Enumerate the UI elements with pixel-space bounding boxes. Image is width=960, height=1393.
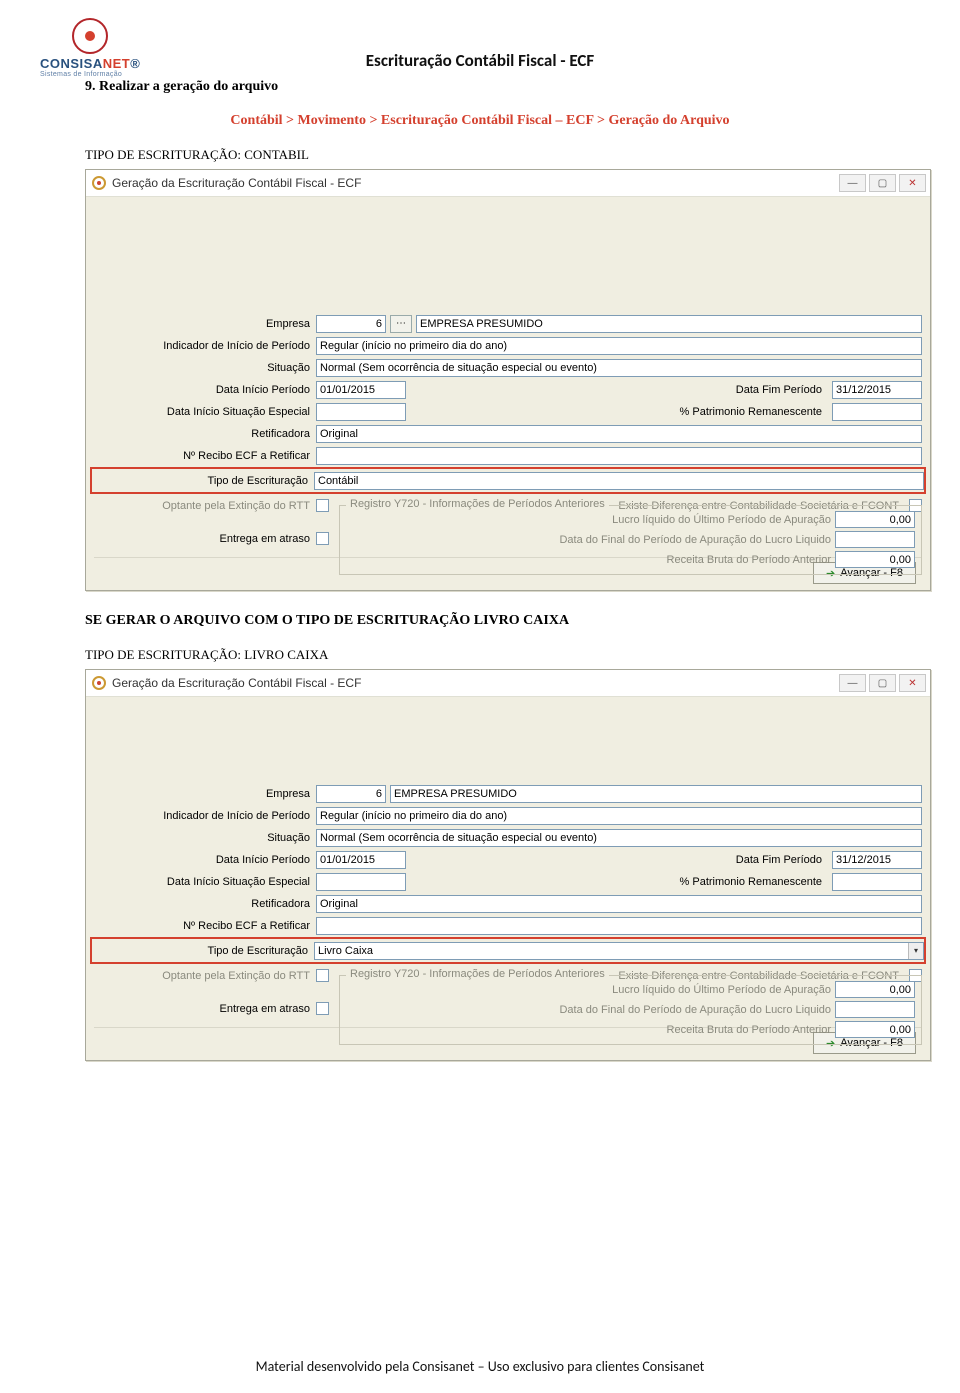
lucro-liq-input[interactable] <box>835 981 915 998</box>
label-data-final-ap: Data do Final do Período de Apuração do … <box>559 534 831 546</box>
data-inicio-input[interactable] <box>316 851 406 869</box>
indicador-input[interactable] <box>316 337 922 355</box>
label-data-inicio: Data Início Período <box>94 854 316 866</box>
optante-checkbox[interactable] <box>316 499 329 512</box>
label-data-sit: Data Início Situação Especial <box>94 876 316 888</box>
window-title: Geração da Escrituração Contábil Fiscal … <box>112 176 839 190</box>
data-sit-input[interactable] <box>316 403 406 421</box>
logo-text: CONSISANET® <box>40 56 140 71</box>
label-tipo-esc: Tipo de Escrituração <box>92 475 314 487</box>
data-fim-input[interactable] <box>832 381 922 399</box>
lucro-liq-input[interactable] <box>835 511 915 528</box>
empresa-nome-input[interactable] <box>416 315 922 333</box>
window-titlebar: Geração da Escrituração Contábil Fiscal … <box>86 170 930 197</box>
page-title: Escrituração Contábil Fiscal - ECF <box>55 50 905 71</box>
label-data-final-ap: Data do Final do Período de Apuração do … <box>559 1004 831 1016</box>
empresa-lookup-button[interactable]: ⋯ <box>390 315 412 333</box>
label-empresa: Empresa <box>94 788 316 800</box>
retificadora-input[interactable] <box>316 895 922 913</box>
pct-patr-input[interactable] <box>832 873 922 891</box>
empresa-nome-input[interactable] <box>390 785 922 803</box>
label-receita-bruta: Receita Bruta do Período Anterior <box>667 1024 831 1036</box>
receita-bruta-input[interactable] <box>835 1021 915 1038</box>
window-title: Geração da Escrituração Contábil Fiscal … <box>112 676 839 690</box>
receita-bruta-input[interactable] <box>835 551 915 568</box>
window-ecf-1: Geração da Escrituração Contábil Fiscal … <box>85 169 931 591</box>
situacao-input[interactable] <box>316 829 922 847</box>
label-entrega: Entrega em atraso <box>94 1003 316 1015</box>
optante-checkbox[interactable] <box>316 969 329 982</box>
label-lucro-liq: Lucro líquido do Último Período de Apura… <box>612 984 831 996</box>
tipo-esc-input[interactable] <box>314 472 924 490</box>
entrega-checkbox[interactable] <box>316 532 329 545</box>
logo-subtitle: Sistemas de Informação <box>40 71 140 78</box>
group-y720-title: Registro Y720 - Informações de Períodos … <box>346 498 609 510</box>
app-icon <box>92 676 106 690</box>
close-button[interactable]: ✕ <box>899 174 926 192</box>
label-retificadora: Retificadora <box>94 428 316 440</box>
maximize-button[interactable]: ▢ <box>869 174 896 192</box>
data-fim-input[interactable] <box>832 851 922 869</box>
num-recibo-input[interactable] <box>316 447 922 465</box>
entrega-checkbox[interactable] <box>316 1002 329 1015</box>
label-data-sit: Data Início Situação Especial <box>94 406 316 418</box>
pct-patr-input[interactable] <box>832 403 922 421</box>
empresa-cod-input[interactable] <box>316 785 386 803</box>
label-optante: Optante pela Extinção do RTT <box>94 500 316 512</box>
label-pct-patr: % Patrimonio Remanescente <box>660 406 828 418</box>
logo-circle-icon <box>72 18 108 54</box>
data-final-ap-input[interactable] <box>835 531 915 548</box>
label-num-recibo: Nº Recibo ECF a Retificar <box>94 450 316 462</box>
minimize-button[interactable]: — <box>839 174 866 192</box>
highlighted-tipo-row: Tipo de Escrituração ▾ <box>90 937 926 964</box>
label-entrega: Entrega em atraso <box>94 533 316 545</box>
retificadora-input[interactable] <box>316 425 922 443</box>
label-num-recibo: Nº Recibo ECF a Retificar <box>94 920 316 932</box>
situacao-input[interactable] <box>316 359 922 377</box>
label-situacao: Situação <box>94 832 316 844</box>
close-button[interactable]: ✕ <box>899 674 926 692</box>
heading-livro-caixa: SE GERAR O ARQUIVO COM O TIPO DE ESCRITU… <box>85 613 905 629</box>
maximize-button[interactable]: ▢ <box>869 674 896 692</box>
empresa-cod-input[interactable] <box>316 315 386 333</box>
section-heading: 9. Realizar a geração do arquivo <box>85 79 905 95</box>
data-sit-input[interactable] <box>316 873 406 891</box>
label-empresa: Empresa <box>94 318 316 330</box>
breadcrumb: Contábil > Movimento > Escrituração Cont… <box>55 113 905 129</box>
group-y720-title: Registro Y720 - Informações de Períodos … <box>346 968 609 980</box>
tipo-escrituracao-line-1: TIPO DE ESCRITURAÇÃO: CONTABIL <box>85 147 905 163</box>
label-tipo-esc: Tipo de Escrituração <box>92 945 314 957</box>
label-lucro-liq: Lucro líquido do Último Período de Apura… <box>612 514 831 526</box>
label-data-fim: Data Fim Período <box>660 384 828 396</box>
label-optante: Optante pela Extinção do RTT <box>94 970 316 982</box>
page-footer: Material desenvolvido pela Consisanet – … <box>0 1358 960 1375</box>
logo: CONSISANET® Sistemas de Informação <box>40 18 140 78</box>
label-receita-bruta: Receita Bruta do Período Anterior <box>667 554 831 566</box>
chevron-down-icon[interactable]: ▾ <box>908 943 923 959</box>
label-indicador: Indicador de Início de Período <box>94 340 316 352</box>
label-data-inicio: Data Início Período <box>94 384 316 396</box>
data-inicio-input[interactable] <box>316 381 406 399</box>
label-indicador: Indicador de Início de Período <box>94 810 316 822</box>
tipo-escrituracao-line-2: TIPO DE ESCRITURAÇÃO: LIVRO CAIXA <box>85 647 905 663</box>
label-situacao: Situação <box>94 362 316 374</box>
data-final-ap-input[interactable] <box>835 1001 915 1018</box>
tipo-esc-select[interactable] <box>314 942 924 960</box>
label-data-fim: Data Fim Período <box>660 854 828 866</box>
highlighted-tipo-row: Tipo de Escrituração <box>90 467 926 494</box>
label-retificadora: Retificadora <box>94 898 316 910</box>
indicador-input[interactable] <box>316 807 922 825</box>
window-titlebar: Geração da Escrituração Contábil Fiscal … <box>86 670 930 697</box>
window-ecf-2: Geração da Escrituração Contábil Fiscal … <box>85 669 931 1061</box>
num-recibo-input[interactable] <box>316 917 922 935</box>
label-pct-patr: % Patrimonio Remanescente <box>660 876 828 888</box>
app-icon <box>92 176 106 190</box>
minimize-button[interactable]: — <box>839 674 866 692</box>
